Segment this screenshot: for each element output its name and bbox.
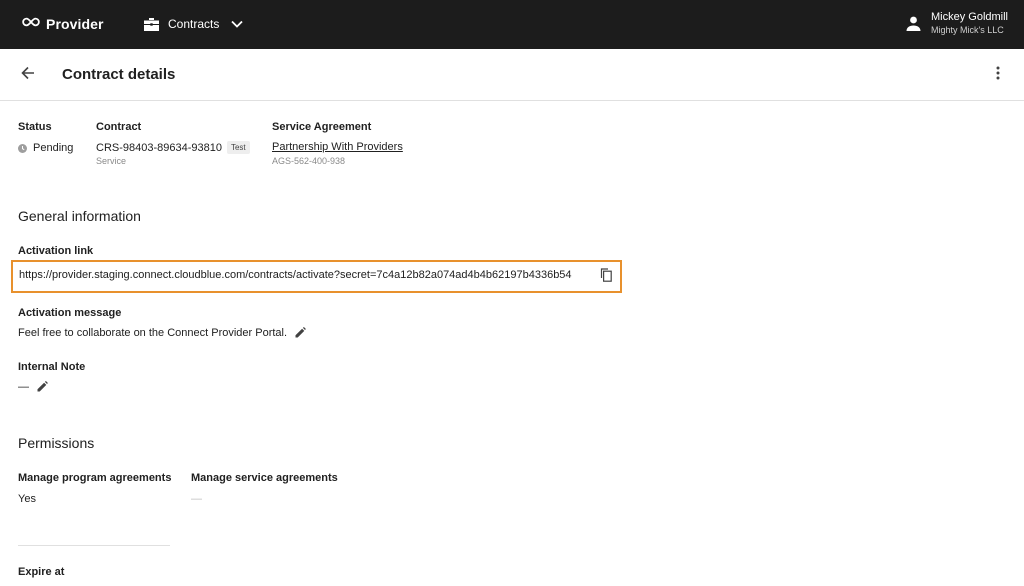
internal-note-row: — <box>18 381 49 393</box>
expire-at-label: Expire at <box>18 566 65 578</box>
divider <box>18 545 170 546</box>
person-icon <box>906 16 921 31</box>
top-app-bar: Provider Contracts Mickey Goldmill Might… <box>0 0 1024 49</box>
contract-id: CRS-98403-89634-93810 <box>96 141 222 154</box>
arrow-back-icon <box>21 66 35 85</box>
pencil-icon <box>295 327 306 338</box>
general-information-title: General information <box>18 208 141 224</box>
activation-link-label: Activation link <box>18 245 94 257</box>
status-label: Status <box>18 121 52 133</box>
copy-link-button[interactable] <box>600 268 614 284</box>
edit-activation-message-button[interactable] <box>295 327 307 339</box>
chevron-down-icon[interactable] <box>231 20 243 28</box>
clock-icon <box>18 143 27 153</box>
user-organization: Mighty Mick's LLC <box>930 25 1004 35</box>
brand-logo[interactable]: Provider <box>22 14 104 34</box>
contract-id-row: CRS-98403-89634-93810 Test <box>96 141 250 154</box>
contract-label: Contract <box>96 121 142 133</box>
contract-type: Service <box>96 156 127 166</box>
copy-icon <box>600 268 614 282</box>
edit-internal-note-button[interactable] <box>37 381 49 393</box>
activation-link-field: https://provider.staging.connect.cloudbl… <box>11 260 622 293</box>
back-button[interactable] <box>17 64 39 86</box>
more-vert-icon <box>996 66 1000 85</box>
brand-name: Provider <box>46 16 104 32</box>
internal-note-value: — <box>18 381 29 393</box>
activation-message-row: Feel free to collaborate on the Connect … <box>18 327 307 339</box>
manage-service-agreements-value: — <box>191 493 202 505</box>
manage-program-agreements-value: Yes <box>18 493 36 505</box>
test-badge: Test <box>226 141 250 154</box>
activation-message-text: Feel free to collaborate on the Connect … <box>18 327 288 339</box>
service-agreement-id: AGS-562-400-938 <box>272 156 346 166</box>
activation-message-label: Activation message <box>18 307 122 319</box>
manage-program-agreements-label: Manage program agreements <box>18 472 172 484</box>
pencil-icon <box>37 381 48 392</box>
service-agreement-link[interactable]: Partnership With Providers <box>272 141 403 153</box>
infinity-icon <box>22 15 40 33</box>
briefcase-icon <box>143 17 160 32</box>
more-actions-button[interactable] <box>988 64 1008 86</box>
status-text: Pending <box>33 142 74 154</box>
activation-link-text[interactable]: https://provider.staging.connect.cloudbl… <box>19 269 572 281</box>
status-value: Pending <box>18 142 73 154</box>
internal-note-label: Internal Note <box>18 361 86 373</box>
permissions-title: Permissions <box>18 435 95 451</box>
page-header: Contract details <box>0 49 1024 101</box>
user-menu[interactable]: Mickey Goldmill Mighty Mick's LLC <box>906 11 1008 36</box>
nav-contracts-label: Contracts <box>168 17 220 31</box>
manage-service-agreements-label: Manage service agreements <box>191 472 338 484</box>
user-name: Mickey Goldmill <box>930 11 1008 23</box>
page-title: Contract details <box>62 66 176 83</box>
service-agreement-label: Service Agreement <box>272 121 372 133</box>
nav-contracts-menu[interactable]: Contracts <box>143 13 243 35</box>
